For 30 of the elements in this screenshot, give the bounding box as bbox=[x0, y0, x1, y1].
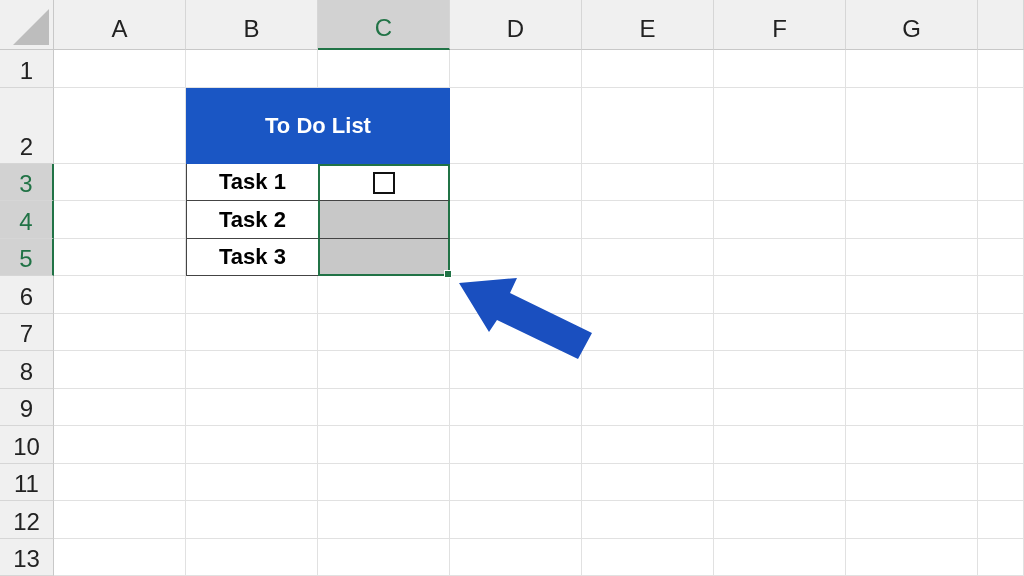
selected-cell[interactable] bbox=[318, 201, 450, 239]
row-header[interactable]: 3 bbox=[0, 164, 54, 202]
row-header[interactable]: 6 bbox=[0, 276, 54, 314]
column-header[interactable]: D bbox=[450, 0, 582, 50]
row-header[interactable]: 9 bbox=[0, 388, 54, 427]
checkbox[interactable] bbox=[373, 172, 395, 195]
column-header[interactable]: G bbox=[846, 0, 978, 50]
column-header[interactable]: E bbox=[582, 0, 714, 50]
table-title: To Do List bbox=[186, 88, 450, 164]
row-header[interactable]: 5 bbox=[0, 238, 54, 277]
selected-cell[interactable] bbox=[318, 238, 450, 277]
row-header[interactable]: 13 bbox=[0, 538, 54, 576]
column-header[interactable]: B bbox=[186, 0, 318, 50]
row-header[interactable]: 8 bbox=[0, 351, 54, 389]
active-cell[interactable] bbox=[318, 164, 450, 202]
row-header[interactable]: 7 bbox=[0, 313, 54, 352]
task-label: Task 3 bbox=[186, 238, 318, 277]
task-label: Task 2 bbox=[186, 201, 318, 239]
row-header[interactable]: 11 bbox=[0, 463, 54, 502]
column-header[interactable]: C bbox=[318, 0, 450, 50]
column-header[interactable]: F bbox=[714, 0, 846, 50]
row-header[interactable]: 12 bbox=[0, 501, 54, 539]
task-label: Task 1 bbox=[186, 164, 318, 202]
row-header[interactable]: 2 bbox=[0, 88, 54, 164]
row-header[interactable]: 1 bbox=[0, 50, 54, 88]
fill-handle[interactable] bbox=[444, 270, 452, 279]
column-header[interactable]: A bbox=[54, 0, 186, 50]
arrow-icon bbox=[459, 278, 592, 359]
row-header[interactable]: 10 bbox=[0, 426, 54, 464]
row-header[interactable]: 4 bbox=[0, 201, 54, 239]
